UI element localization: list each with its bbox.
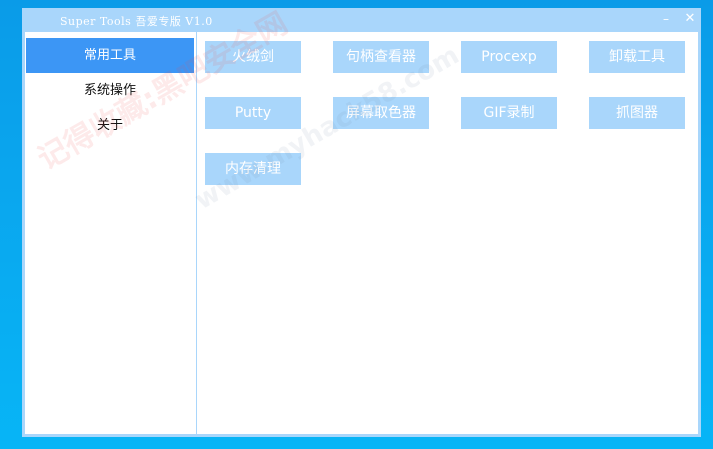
tool-button-procexp[interactable]: Procexp: [461, 41, 557, 73]
tool-button-uninstaller[interactable]: 卸载工具: [589, 41, 685, 73]
title-bar[interactable]: Super Tools 吾爱专版 V1.0 – ✕: [22, 8, 701, 32]
window-title: Super Tools 吾爱专版 V1.0: [60, 15, 213, 28]
tool-button-putty[interactable]: Putty: [205, 97, 301, 129]
tool-button-handle-viewer[interactable]: 句柄查看器: [333, 41, 429, 73]
tool-button-color-picker[interactable]: 屏幕取色器: [333, 97, 429, 129]
sidebar-item-about[interactable]: 关于: [26, 108, 194, 143]
window-content: 常用工具 系统操作 关于 火绒剑 句柄查看器 Procexp 卸载工具 Putt…: [25, 32, 698, 434]
sidebar-item-common-tools[interactable]: 常用工具: [26, 38, 194, 73]
tool-button-memory-cleaner[interactable]: 内存清理: [205, 153, 301, 185]
close-icon[interactable]: ✕: [681, 10, 699, 28]
sidebar: 常用工具 系统操作 关于: [25, 32, 197, 434]
app-window: Super Tools 吾爱专版 V1.0 – ✕ 常用工具 系统操作 关于 火…: [22, 8, 701, 437]
tools-panel: 火绒剑 句柄查看器 Procexp 卸载工具 Putty 屏幕取色器 GIF录制…: [197, 32, 698, 434]
minimize-icon[interactable]: –: [657, 10, 675, 28]
tool-button-huorong-sword[interactable]: 火绒剑: [205, 41, 301, 73]
sidebar-item-system-operations[interactable]: 系统操作: [26, 73, 194, 108]
tool-button-screenshot[interactable]: 抓图器: [589, 97, 685, 129]
tool-button-gif-recorder[interactable]: GIF录制: [461, 97, 557, 129]
